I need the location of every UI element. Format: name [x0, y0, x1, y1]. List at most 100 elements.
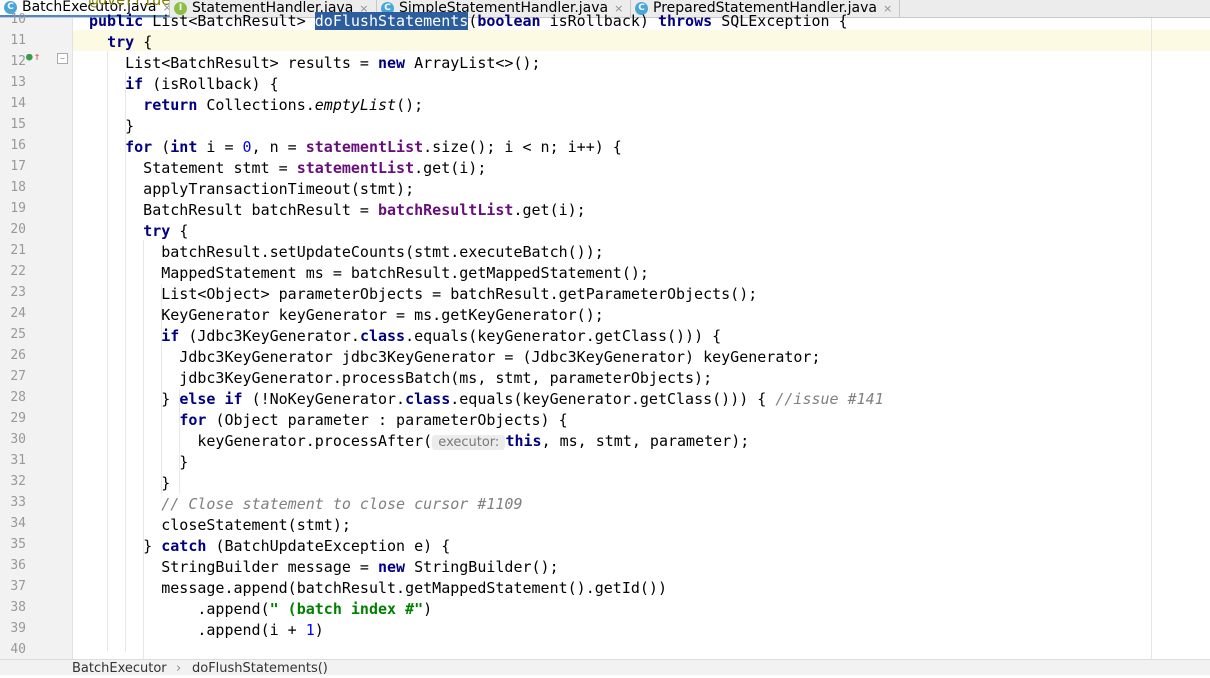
- code-line[interactable]: BatchResult batchResult = batchResultLis…: [89, 200, 586, 221]
- line-number: 37: [10, 579, 26, 594]
- code-token: .equals(keyGenerator.getClass())) {: [405, 327, 722, 345]
- code-line[interactable]: for (int i = 0, n = statementList.size()…: [89, 137, 622, 158]
- code-line[interactable]: // Close statement to close cursor #1109: [89, 494, 522, 515]
- code-line[interactable]: Jdbc3KeyGenerator jdbc3KeyGenerator = (J…: [89, 347, 820, 368]
- code-token: statementList: [296, 159, 415, 177]
- code-token: }: [89, 117, 135, 135]
- code-line[interactable]: } catch (BatchUpdateException e) {: [89, 536, 450, 557]
- code-token: boolean: [477, 12, 550, 30]
- code-line[interactable]: .append(i + 1): [89, 620, 323, 641]
- code-token: if: [125, 75, 153, 93]
- code-token: (!NoKeyGenerator.: [251, 390, 406, 408]
- code-token: SQLException {: [721, 12, 848, 30]
- code-line[interactable]: applyTransactionTimeout(stmt);: [89, 179, 414, 200]
- code-token: keyGenerator.processAfter(: [89, 432, 433, 450]
- code-token: //issue #141: [775, 390, 884, 408]
- code-token: applyTransactionTimeout(stmt);: [89, 180, 415, 198]
- line-number: 27: [10, 369, 26, 384]
- code-token: ArrayList<>();: [414, 54, 541, 72]
- code-line[interactable]: List<BatchResult> results = new ArrayLis…: [89, 53, 541, 74]
- code-line[interactable]: return Collections.emptyList();: [89, 95, 423, 116]
- breadcrumb-separator: ›: [176, 661, 182, 676]
- code-token: return: [143, 96, 207, 114]
- code-token: " (batch index #": [269, 600, 424, 618]
- code-line[interactable]: .append(" (batch index #"): [89, 599, 432, 620]
- code-token: BatchResult batchResult =: [89, 201, 378, 219]
- code-line[interactable]: message.append(batchResult.getMappedStat…: [89, 578, 667, 599]
- line-number: 20: [10, 222, 26, 237]
- code-line[interactable]: for (Object parameter : parameterObjects…: [89, 410, 567, 431]
- breadcrumb: BatchExecutor › doFlushStatements(): [0, 659, 1210, 678]
- code-line[interactable]: StringBuilder message = new StringBuilde…: [89, 557, 558, 578]
- breadcrumb-method[interactable]: doFlushStatements(): [192, 660, 328, 678]
- gutter-markers[interactable]: ● ↑: [26, 50, 40, 63]
- code-line[interactable]: Statement stmt = statementList.get(i);: [89, 158, 486, 179]
- code-token: batchResult.setUpdateCounts(stmt.execute…: [89, 243, 604, 261]
- code-token: List<BatchResult> results =: [89, 54, 378, 72]
- code-line[interactable]: }: [89, 473, 170, 494]
- code-line[interactable]: try {: [89, 221, 188, 242]
- line-number: 10: [10, 12, 26, 27]
- selected-text: doFlushStatements: [314, 12, 469, 30]
- code-token: ();: [396, 96, 424, 114]
- line-number-gutter[interactable]: ● ↑ − 10 11 12 13 14 15 16 17 18 19 20 21 22 23 24 25 26…: [0, 12, 73, 659]
- code-token: }: [89, 390, 180, 408]
- line-number: 34: [10, 516, 26, 531]
- line-number: 30: [10, 432, 26, 447]
- code-line[interactable]: }: [89, 116, 134, 137]
- go-to-super-icon[interactable]: ↑: [34, 50, 41, 63]
- line-number: 40: [10, 642, 26, 657]
- line-number: 23: [10, 285, 26, 300]
- code-line[interactable]: @Override: [89, 0, 170, 11]
- code-token: catch: [161, 537, 216, 555]
- code-line[interactable]: List<Object> parameterObjects = batchRes…: [89, 284, 757, 305]
- code-token: StringBuilder message =: [89, 558, 378, 576]
- code-line[interactable]: closeStatement(stmt);: [89, 515, 351, 536]
- code-token: (: [161, 138, 171, 156]
- code-line[interactable]: keyGenerator.processAfter( executor: thi…: [89, 431, 749, 452]
- code-token: (BatchUpdateException e) {: [215, 537, 451, 555]
- code-line[interactable]: batchResult.setUpdateCounts(stmt.execute…: [89, 242, 604, 263]
- code-token: // Close statement to close cursor #1109: [161, 495, 523, 513]
- code-token: @Override: [89, 0, 171, 9]
- code-token: .append(: [89, 600, 270, 618]
- code-line[interactable]: jdbc3KeyGenerator.processBatch(ms, stmt,…: [89, 368, 712, 389]
- code-token: List<BatchResult>: [152, 12, 315, 30]
- code-line[interactable]: if (isRollback) {: [89, 74, 279, 95]
- code-line[interactable]: if (Jdbc3KeyGenerator.class.equals(keyGe…: [89, 326, 721, 347]
- code-token: Statement stmt =: [89, 159, 297, 177]
- breadcrumb-class[interactable]: BatchExecutor: [72, 660, 167, 678]
- code-token: else if: [179, 390, 252, 408]
- line-number: 12: [10, 54, 26, 69]
- code-line[interactable]: public List<BatchResult> doFlushStatemen…: [89, 11, 848, 32]
- fold-icon[interactable]: −: [57, 53, 68, 64]
- code-token: i =: [206, 138, 243, 156]
- code-token: List<Object> parameterObjects = batchRes…: [89, 285, 758, 303]
- code-line[interactable]: } else if (!NoKeyGenerator.class.equals(…: [89, 389, 884, 410]
- code-line[interactable]: KeyGenerator keyGenerator = ms.getKeyGen…: [89, 305, 604, 326]
- code-line[interactable]: MappedStatement ms = batchResult.getMapp…: [89, 263, 649, 284]
- code-token: 0: [242, 138, 252, 156]
- code-token: int: [170, 138, 207, 156]
- code-token: {: [143, 33, 153, 51]
- line-number: 35: [10, 537, 26, 552]
- line-number: 39: [10, 621, 26, 636]
- overriding-method-icon[interactable]: ●: [26, 50, 33, 63]
- code-token: for: [179, 411, 216, 429]
- code-line[interactable]: try {: [89, 32, 152, 53]
- code-line[interactable]: }: [89, 452, 188, 473]
- code-token: emptyList: [314, 96, 397, 114]
- code-editor[interactable]: @Override public List<BatchResult> doFlus…: [73, 0, 1210, 659]
- code-token: ): [423, 600, 433, 618]
- code-token: this: [505, 432, 542, 450]
- code-token: try: [107, 33, 144, 51]
- code-token: Collections.: [206, 96, 315, 114]
- current-line-highlight: [73, 30, 1210, 51]
- code-token: public: [89, 12, 153, 30]
